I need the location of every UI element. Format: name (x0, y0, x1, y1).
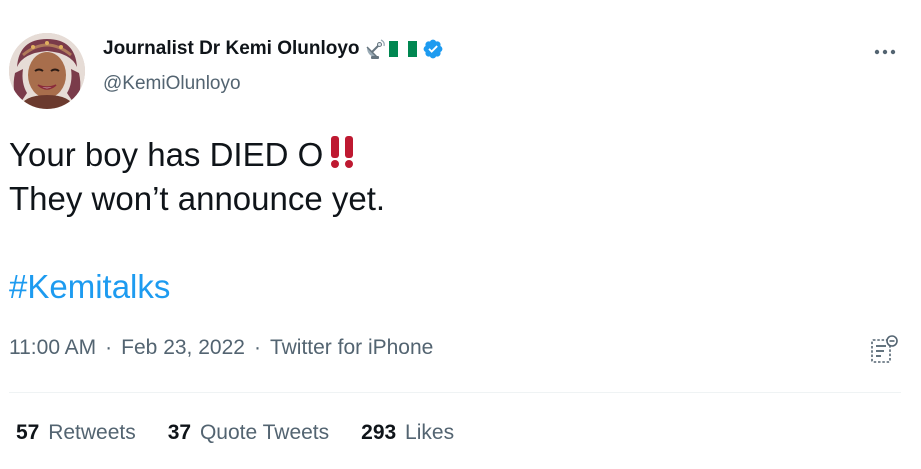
quote-tweets-count: 37 (167, 421, 192, 444)
verified-badge-icon (422, 38, 444, 60)
more-options-button[interactable] (870, 40, 900, 64)
retweets-count: 57 (16, 421, 40, 444)
retweets-label: Retweets (48, 421, 136, 444)
tweet-time[interactable]: 11:00 AM (9, 336, 96, 360)
engagement-stats: 57 Retweets 37 Quote Tweets 293 Likes (16, 421, 486, 445)
display-name-text: Journalist Dr Kemi Olunloyo (103, 38, 360, 59)
likes-stat[interactable]: 293 Likes (361, 421, 454, 445)
tweet-line-2: They won’t announce yet. (9, 180, 386, 217)
retweets-stat[interactable]: 57 Retweets (16, 421, 136, 445)
display-name[interactable]: Journalist Dr Kemi Olunloyo (103, 38, 444, 60)
satellite-antenna-icon (364, 38, 386, 60)
meta-separator: · (105, 336, 113, 359)
avatar[interactable] (9, 33, 85, 109)
tweet-text: Your boy has DIED O They won’t announce … (9, 133, 385, 221)
nigeria-flag-icon (388, 39, 417, 59)
quote-tweets-stat[interactable]: 37 Quote Tweets (168, 421, 329, 445)
stats-divider (9, 392, 901, 393)
tweet-meta: 11:00 AM · Feb 23, 2022 · Twitter for iP… (9, 336, 433, 360)
quote-tweets-label: Quote Tweets (199, 421, 330, 444)
avatar-image (9, 33, 85, 109)
tweet-line-1-text: Your boy has DIED O (9, 136, 324, 173)
likes-label: Likes (405, 421, 455, 444)
meta-separator: · (253, 336, 261, 359)
double-exclamation-icon (325, 134, 359, 170)
likes-count: 293 (361, 421, 397, 444)
tweet-analytics-icon[interactable] (868, 334, 902, 366)
user-handle[interactable]: @KemiOlunloyo (103, 73, 241, 95)
tweet-source[interactable]: Twitter for iPhone (270, 336, 433, 360)
tweet-line-1: Your boy has DIED O (9, 133, 385, 177)
tweet-date[interactable]: Feb 23, 2022 (121, 336, 245, 360)
more-dots-icon (874, 49, 896, 55)
hashtag-link[interactable]: #Kemitalks (9, 265, 170, 309)
